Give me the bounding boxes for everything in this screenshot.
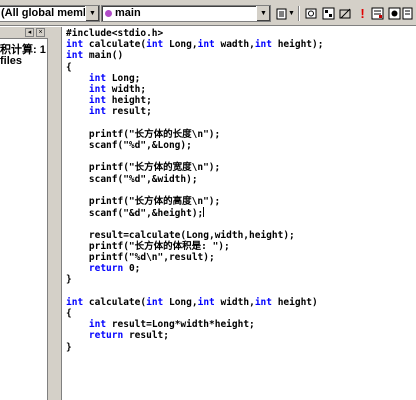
code-line: result=calculate(Long,width,height); (66, 229, 295, 241)
code-line: } (66, 341, 72, 353)
chevron-down-icon[interactable]: ▼ (85, 6, 99, 21)
member-combo[interactable]: main ▼ (101, 5, 271, 22)
code-line: int result=Long*width*height; (88, 319, 255, 331)
code-line: int Long; (88, 72, 141, 84)
function-icon (105, 10, 112, 17)
compile-icon[interactable] (320, 5, 337, 22)
keyword: return (88, 330, 124, 342)
code-line: return 0; (88, 263, 141, 275)
code-line: printf("%d\n",result); (66, 252, 215, 263)
build-icon[interactable] (337, 5, 354, 22)
keyword: int (88, 319, 107, 331)
text-cursor (203, 207, 205, 218)
code-line: int width; (88, 84, 147, 95)
keyword: int (146, 39, 164, 51)
keyword: int (254, 39, 272, 51)
code-line: int calculate(int Long,int width,int hei… (66, 296, 318, 308)
code-line: scanf("&d",&height); (66, 207, 205, 220)
keyword: int (88, 106, 107, 118)
code-line: { (66, 308, 72, 319)
toolbar-separator (298, 6, 300, 21)
keyword: return (88, 263, 124, 275)
keyword: int (66, 296, 84, 308)
workspace-panel: ◂ × 积计算: 1 files (0, 27, 48, 400)
execute-icon[interactable] (369, 5, 386, 22)
code-line: int result; (88, 106, 152, 118)
keyword: int (88, 72, 107, 84)
keyword: int (254, 296, 272, 308)
chevron-down-icon[interactable]: ▼ (256, 6, 270, 21)
close-icon[interactable]: × (36, 28, 45, 37)
code-line: printf("长方体的体积是: "); (66, 240, 230, 252)
code-editor[interactable]: #include<stdio.h> int calculate(int Long,… (63, 27, 416, 400)
code-line: int calculate(int Long,int wadth,int hei… (66, 39, 324, 51)
code-line: int main() (66, 50, 124, 62)
code-line: printf("长方体的高度\n"); (66, 196, 221, 207)
keyword: int (197, 39, 215, 51)
debug-go-icon[interactable] (401, 5, 414, 22)
keyword: int (66, 39, 84, 51)
workspace-item-files-label: files (0, 55, 23, 67)
code-line: scanf("%d",&Long); (66, 140, 192, 151)
code-line: } (66, 274, 72, 286)
code-line: printf("长方体的长度\n"); (66, 128, 221, 140)
keyword: int (146, 296, 164, 308)
keyword: int (88, 84, 107, 95)
member-combo-value: main (115, 7, 141, 19)
code-line: #include<stdio.h> (66, 28, 164, 39)
keyword: int (88, 95, 107, 107)
gutter (48, 27, 62, 400)
scope-combo[interactable]: (All global members ▼ (0, 5, 100, 22)
chevron-down-icon[interactable]: ▼ (287, 5, 296, 22)
keyword: int (197, 296, 215, 308)
code-line: printf("长方体的宽度\n"); (66, 162, 221, 174)
code-line: scanf("%d",&width); (66, 173, 198, 185)
go-to-definition-icon[interactable] (303, 5, 320, 22)
code-line: { (66, 61, 72, 73)
code-line: int height; (88, 95, 152, 107)
workspace-titlebar: ◂ × (0, 27, 48, 39)
toolbar: (All global members ▼ main ▼ ▼ ! (0, 0, 416, 26)
code-line: return result; (88, 330, 169, 342)
workspace-restore-icon[interactable]: ◂ (25, 28, 34, 37)
keyword: int (66, 50, 84, 62)
workspace-item-files[interactable]: files (0, 55, 22, 67)
